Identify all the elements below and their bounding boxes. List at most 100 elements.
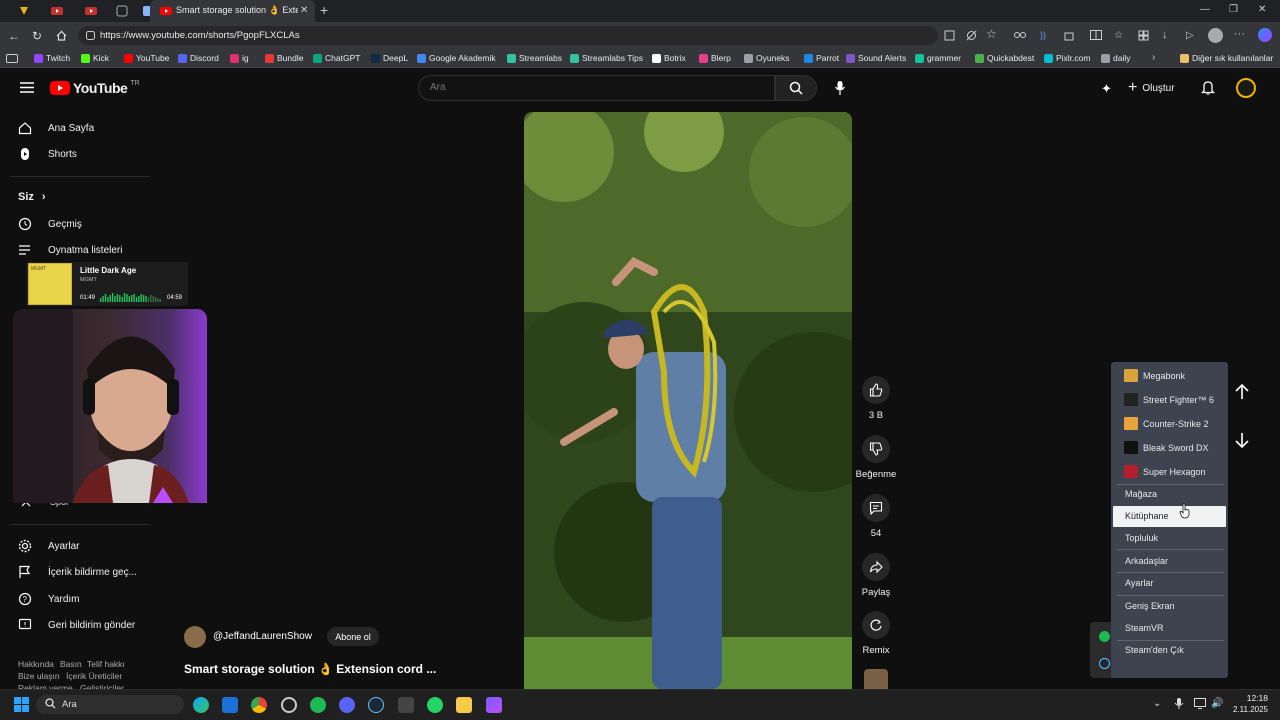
bookmark-youtube[interactable]: YouTube [124, 53, 169, 63]
spotify-tray-icon[interactable] [1099, 631, 1110, 642]
chrome-taskbar-icon[interactable] [251, 697, 267, 713]
steam-game-item[interactable]: Megabonk [1124, 369, 1185, 382]
bookmark-kick[interactable]: Kick [81, 53, 109, 63]
store-taskbar-icon[interactable] [222, 697, 238, 713]
footer-link[interactable]: Bize ulaşın [18, 671, 60, 681]
sidebar-item-help[interactable]: ? Yardım [18, 589, 80, 609]
bookmark-discord[interactable]: Discord [178, 53, 219, 63]
account-avatar[interactable] [1236, 78, 1256, 98]
sidebar-item-report-history[interactable]: İçerik bildirme geç... [18, 562, 137, 582]
file-explorer-taskbar-icon[interactable] [456, 697, 472, 713]
sidebar-section-you[interactable]: Siz › [18, 191, 46, 203]
channel-name[interactable]: @JeffandLaurenShow [213, 631, 312, 642]
tab-icon[interactable] [116, 5, 130, 17]
comments-button[interactable] [862, 494, 890, 522]
youtube-logo[interactable]: YouTube TR [50, 80, 140, 96]
steam-menu-item[interactable]: Steam'den Çık [1125, 645, 1184, 655]
new-tab-icon[interactable]: + [320, 2, 328, 18]
bookmark-streamlabs-tips[interactable]: Streamlabs Tips [570, 53, 643, 63]
downloads-icon[interactable]: ↓ [1162, 29, 1168, 41]
footer-link[interactable]: Basın [60, 659, 82, 669]
youtube-tab-icon[interactable] [50, 5, 64, 17]
subscribe-button[interactable]: Abone ol [327, 627, 379, 646]
display-tray-icon[interactable] [1194, 698, 1206, 709]
sidebar-item-home[interactable]: Ana Sayfa [18, 118, 94, 138]
short-title[interactable]: Smart storage solution 👌 Extension cord … [184, 662, 436, 676]
bookmark-parrot[interactable]: Parrot [804, 53, 839, 63]
bookmark-deepl[interactable]: DeepL [371, 53, 408, 63]
bookmark-daily[interactable]: daily [1101, 53, 1130, 63]
next-short-arrow-icon[interactable] [1232, 430, 1252, 450]
bookmark-oyuneks[interactable]: Oyuneks [744, 53, 790, 63]
sidebar-item-history[interactable]: Geçmiş [18, 214, 82, 234]
steam-tray-icon[interactable] [1099, 658, 1110, 669]
bookmark-google-akademik[interactable]: Google Akademik [417, 53, 496, 63]
steam-menu-item[interactable]: Mağaza [1125, 489, 1157, 499]
spotify-taskbar-icon[interactable] [310, 697, 326, 713]
footer-link[interactable]: Telif hakkı [87, 659, 125, 669]
previous-short-arrow-icon[interactable] [1232, 382, 1252, 402]
extensions-puzzle-icon[interactable] [1064, 30, 1075, 41]
youtube-tab-icon[interactable] [84, 5, 98, 17]
extension-icon[interactable] [1014, 30, 1026, 40]
bookmark-sound-alerts[interactable]: Sound Alerts [846, 53, 906, 63]
split-screen-icon[interactable] [1090, 30, 1102, 40]
close-tab-icon[interactable]: ✕ [300, 5, 308, 16]
steam-game-item[interactable]: Street Fighter™ 6 [1124, 393, 1214, 406]
bookmark-chatgpt[interactable]: ChatGPT [313, 53, 360, 63]
steam-menu-item[interactable]: SteamVR [1125, 623, 1164, 633]
other-bookmarks-folder[interactable]: Diğer sık kullanılanlar [1180, 53, 1273, 63]
bookmark-pixlr-com[interactable]: Pixlr.com [1044, 53, 1090, 63]
notifications-bell-icon[interactable] [1201, 80, 1215, 95]
bookmark-quickabdest[interactable]: Quickabdest [975, 53, 1034, 63]
microphone-tray-icon[interactable] [1174, 697, 1184, 710]
steam-menu-item[interactable]: Kütüphane [1125, 511, 1169, 521]
sidebar-item-feedback[interactable]: Geri bildirim gönder [18, 615, 135, 635]
copilot-icon[interactable] [1258, 28, 1272, 42]
sidebar-item-settings[interactable]: Ayarlar [18, 536, 80, 556]
volume-tray-icon[interactable]: 🔊 [1211, 698, 1223, 709]
share-button[interactable] [862, 553, 890, 581]
sidebar-toggle-icon[interactable] [6, 54, 18, 63]
app-taskbar-icon[interactable] [398, 697, 414, 713]
bookmark-streamlabs[interactable]: Streamlabs [507, 53, 562, 63]
create-button[interactable]: + Oluştur [1128, 79, 1175, 97]
steam-menu-item[interactable]: Arkadaşlar [1125, 556, 1168, 566]
dislike-button[interactable] [862, 435, 890, 463]
steam-game-item[interactable]: Counter-Strike 2 [1124, 417, 1209, 430]
sound-thumbnail[interactable] [864, 669, 888, 689]
microphone-icon[interactable] [834, 80, 846, 96]
sidebar-item-shorts[interactable]: Shorts [18, 144, 77, 164]
whatsapp-taskbar-icon[interactable] [427, 697, 443, 713]
sidebar-item-playlists[interactable]: Oynatma listeleri [18, 240, 122, 260]
search-input[interactable] [418, 75, 775, 101]
steam-taskbar-icon[interactable] [368, 697, 384, 713]
bookmark-blerp[interactable]: Blerp [699, 53, 731, 63]
like-button[interactable] [862, 376, 890, 404]
clock-date[interactable]: 2.11.2025 [1226, 705, 1268, 714]
pinned-tab-icon[interactable] [18, 5, 32, 17]
read-aloud-icon[interactable]: )) [1040, 30, 1046, 40]
app-taskbar-icon[interactable] [486, 697, 502, 713]
windows-start-icon[interactable] [14, 697, 29, 712]
bookmark-twitch[interactable]: Twitch [34, 53, 70, 63]
favorite-star-icon[interactable]: ☆ [986, 27, 997, 41]
home-icon[interactable] [56, 30, 67, 41]
remix-button[interactable] [862, 611, 890, 639]
footer-link[interactable]: Hakkında [18, 659, 54, 669]
openai-taskbar-icon[interactable] [281, 697, 297, 713]
refresh-icon[interactable]: ↻ [32, 29, 42, 43]
tracking-icon[interactable] [966, 30, 977, 41]
more-menu-icon[interactable]: ··· [1234, 28, 1245, 40]
steam-menu-item[interactable]: Topluluk [1125, 533, 1158, 543]
short-video-player[interactable] [524, 112, 852, 689]
bookmark-botrix[interactable]: Botrix [652, 53, 686, 63]
edge-taskbar-icon[interactable] [193, 697, 209, 713]
steam-game-item[interactable]: Super Hexagon [1124, 465, 1206, 478]
favorites-icon[interactable]: ☆ [1114, 30, 1123, 41]
collections-icon[interactable] [1138, 30, 1149, 41]
maximize-icon[interactable]: ❐ [1229, 4, 1238, 15]
steam-menu-item[interactable]: Ayarlar [1125, 578, 1153, 588]
close-window-icon[interactable]: ✕ [1258, 4, 1266, 15]
bookmarks-overflow-icon[interactable]: › [1152, 52, 1155, 63]
